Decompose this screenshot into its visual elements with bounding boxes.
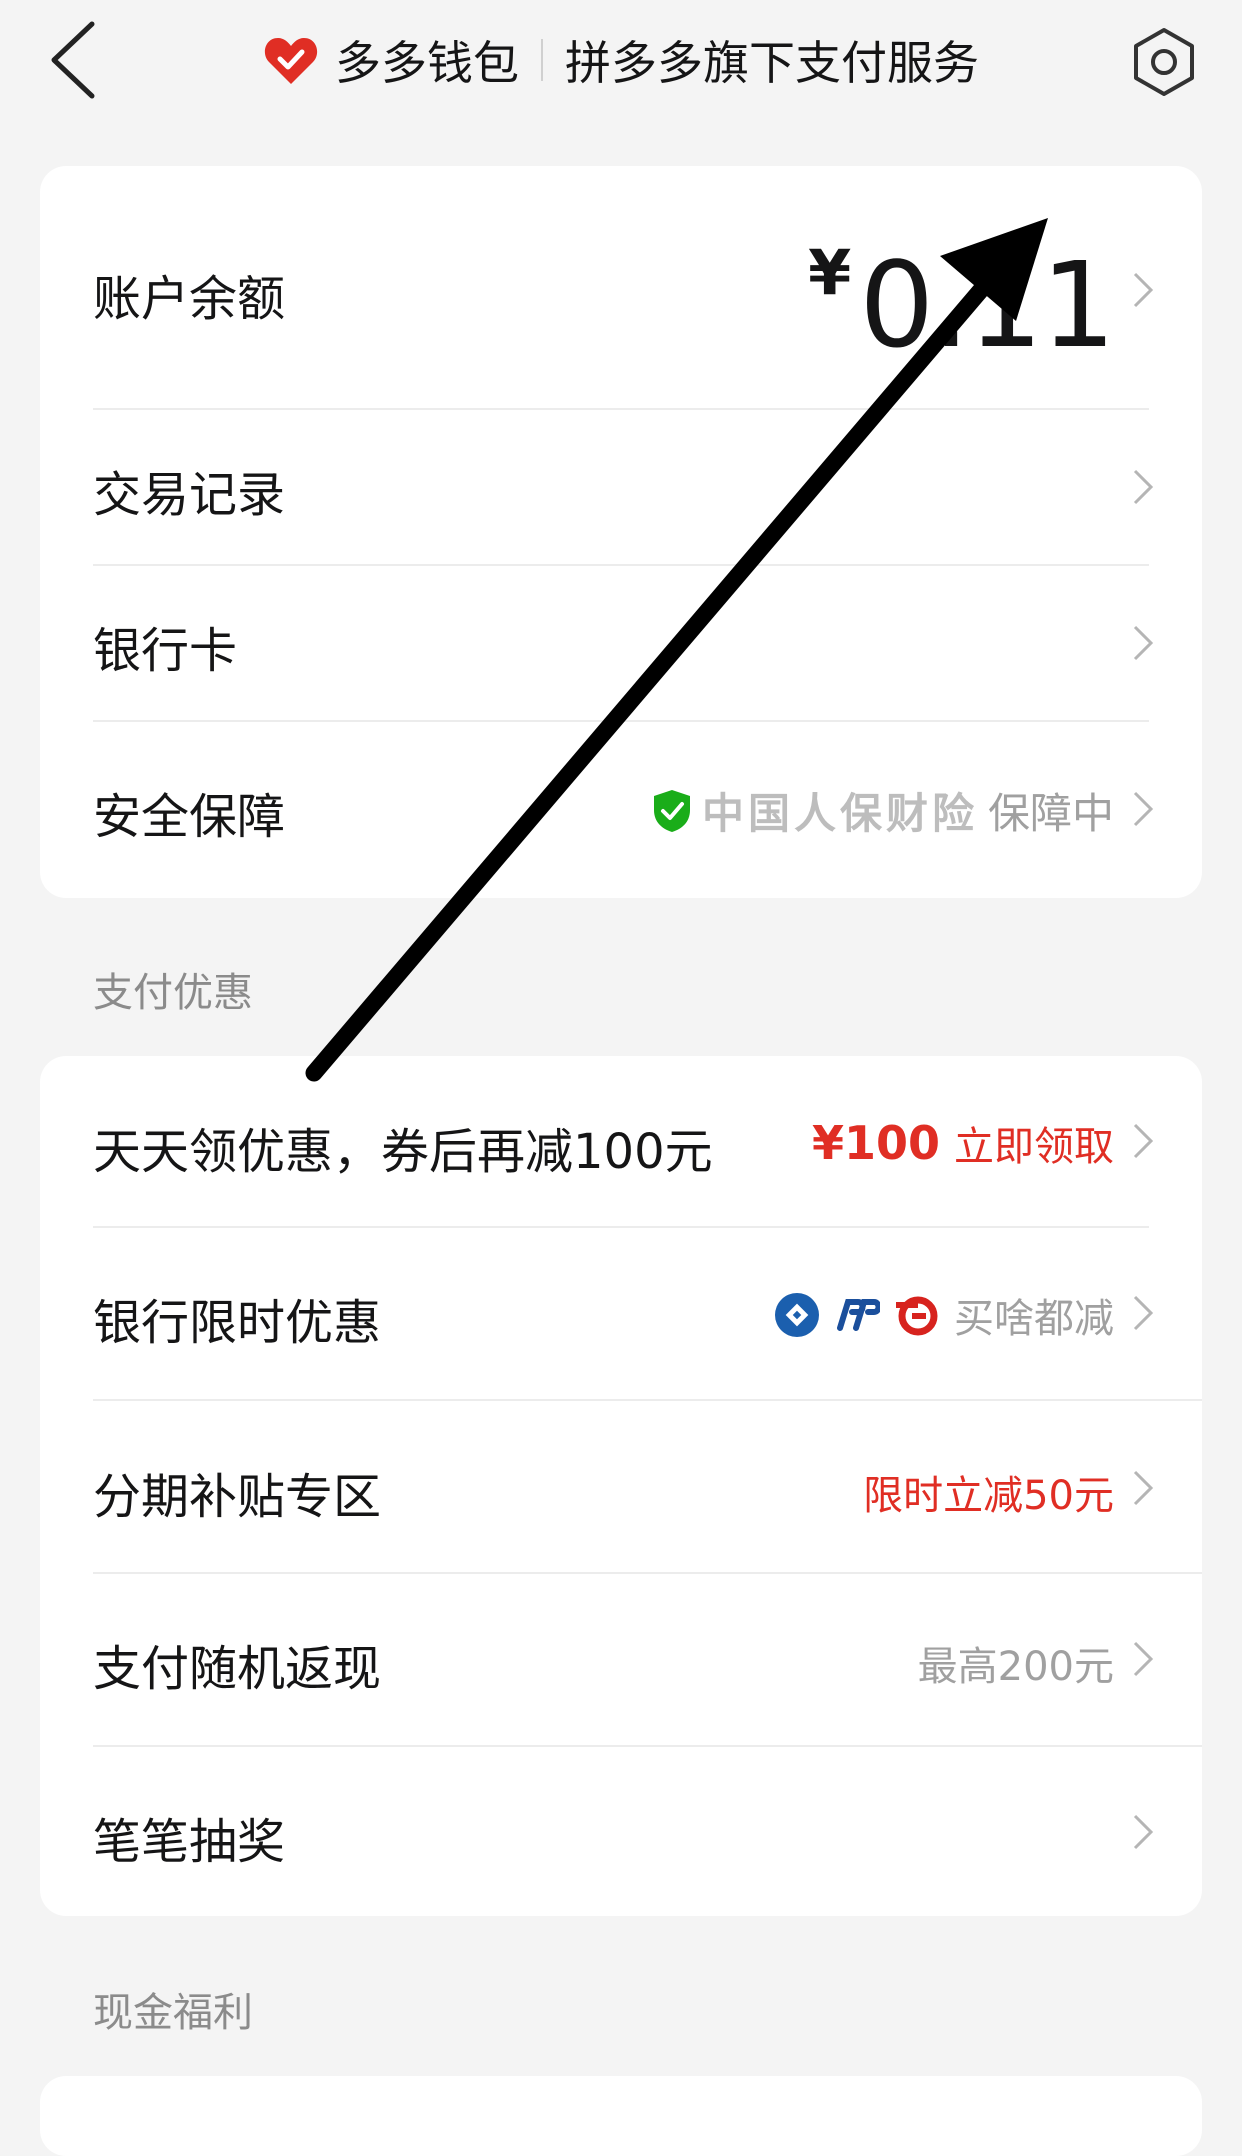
security-status: 中国人保财险 保障中 — [652, 780, 1114, 841]
promotions-card: 天天领优惠，券后再减100元 ¥100 立即领取 银行限时优惠 买啥都减 分期补… — [40, 1056, 1202, 1916]
balance-value: ¥ 0.11 — [808, 236, 1116, 374]
bank-offer-row[interactable]: 银行限时优惠 买啥都减 — [40, 1228, 1202, 1399]
coupon-amount: ¥100 — [811, 1116, 940, 1170]
bank-logo-icon — [775, 1293, 819, 1337]
cash-benefits-card — [40, 2076, 1202, 2156]
chevron-right-icon — [1133, 469, 1154, 505]
bank-offer-label: 银行限时优惠 — [93, 1295, 382, 1351]
bank-card-row[interactable]: 银行卡 — [40, 566, 1202, 720]
transaction-records-label: 交易记录 — [93, 467, 286, 523]
chevron-right-icon — [1133, 1123, 1154, 1159]
account-card: 账户余额 ¥ 0.11 交易记录 银行卡 安全保障 中国人保财险 保障中 — [40, 166, 1202, 898]
shield-check-icon — [653, 789, 690, 832]
security-status-text: 保障中 — [987, 789, 1114, 838]
wallet-subtitle: 拼多多旗下支付服务 — [565, 36, 979, 90]
installment-subsidy-row[interactable]: 分期补贴专区 限时立减50元 — [40, 1401, 1202, 1572]
chevron-right-icon — [1133, 1814, 1154, 1850]
claim-now-link[interactable]: 立即领取 — [954, 1114, 1114, 1172]
chevron-right-icon — [1133, 272, 1154, 308]
chevron-right-icon — [1133, 1295, 1154, 1331]
daily-coupon-label: 天天领优惠，券后再减100元 — [93, 1124, 713, 1180]
lottery-row[interactable]: 笔笔抽奖 — [40, 1747, 1202, 1916]
balance-label: 账户余额 — [93, 271, 286, 327]
section-title-payment-promotions: 支付优惠 — [93, 970, 253, 1016]
lottery-label: 笔笔抽奖 — [93, 1814, 286, 1870]
chevron-right-icon — [1133, 791, 1154, 827]
installment-subsidy-detail: 限时立减50元 — [863, 1463, 1114, 1521]
bank-logo-icon — [896, 1296, 938, 1336]
bank-card-label: 银行卡 — [93, 623, 238, 679]
bank-offer-detail: 买啥都减 — [760, 1286, 1114, 1344]
top-navigation-bar: 多多钱包 拼多多旗下支付服务 — [0, 0, 1242, 125]
installment-subsidy-note: 限时立减50元 — [863, 1473, 1114, 1519]
bank-offer-note: 买啥都减 — [954, 1296, 1114, 1342]
security-label: 安全保障 — [93, 789, 286, 845]
chevron-right-icon — [1133, 625, 1154, 661]
wallet-title: 多多钱包 — [335, 36, 519, 90]
transaction-records-row[interactable]: 交易记录 — [40, 410, 1202, 564]
balance-amount: 0.11 — [859, 236, 1116, 374]
random-cashback-detail: 最高200元 — [918, 1634, 1114, 1692]
page-title: 多多钱包 拼多多旗下支付服务 — [0, 28, 1242, 92]
daily-coupon-row[interactable]: 天天领优惠，券后再减100元 ¥100 立即领取 — [40, 1056, 1202, 1227]
insurer-name: 中国人保财险 — [701, 789, 978, 838]
title-divider — [541, 39, 543, 81]
security-row[interactable]: 安全保障 中国人保财险 保障中 — [40, 722, 1202, 898]
random-cashback-note: 最高200元 — [917, 1644, 1114, 1690]
heart-logo-icon — [264, 38, 318, 84]
balance-row[interactable]: 账户余额 ¥ 0.11 — [40, 166, 1202, 409]
random-cashback-row[interactable]: 支付随机返现 最高200元 — [40, 1574, 1202, 1745]
currency-symbol: ¥ — [808, 236, 852, 309]
section-title-cash-benefits: 现金福利 — [93, 1990, 253, 2036]
installment-subsidy-label: 分期补贴专区 — [93, 1469, 382, 1525]
chevron-right-icon — [1133, 1641, 1154, 1677]
gear-icon[interactable] — [1128, 26, 1200, 98]
chevron-right-icon — [1133, 1470, 1154, 1506]
random-cashback-label: 支付随机返现 — [93, 1641, 382, 1697]
daily-coupon-offer: ¥100 立即领取 — [812, 1114, 1114, 1172]
bank-logo-icon — [837, 1299, 880, 1331]
